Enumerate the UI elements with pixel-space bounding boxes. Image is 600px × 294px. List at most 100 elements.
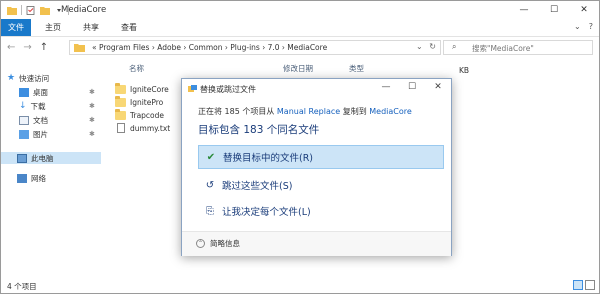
copy-icon: [188, 85, 197, 92]
minimize-button[interactable]: —: [509, 1, 539, 19]
address-controls: ⌄ ↻: [416, 42, 436, 51]
skip-icon: ↺: [205, 179, 215, 191]
file-name: IgniteCore: [130, 84, 169, 94]
search-input[interactable]: 搜索"MediaCore": [472, 43, 534, 54]
up-arrow-icon[interactable]: ↑: [40, 42, 48, 53]
maximize-button[interactable]: ☐: [399, 79, 425, 95]
column-header-date[interactable]: 修改日期: [283, 63, 313, 74]
file-name: IgnitePro: [130, 97, 164, 107]
text-file-icon: [117, 123, 125, 133]
ribbon-help-area: ⌄ ?: [574, 22, 593, 31]
sidebar-item-label: 快速访问: [19, 73, 50, 83]
star-icon: ★: [7, 73, 16, 83]
window-controls: — ☐ ✕: [509, 1, 599, 19]
column-header-name[interactable]: 名称: [129, 63, 144, 74]
close-button[interactable]: ✕: [569, 1, 599, 19]
sidebar-item-label: 文档: [33, 115, 48, 125]
destination-folder-link[interactable]: MediaCore: [369, 107, 412, 116]
copy-status-line: 正在将 185 个项目从 Manual Replace 复制到 MediaCor…: [198, 106, 412, 117]
properties-icon[interactable]: [26, 5, 36, 15]
chevron-down-icon[interactable]: ⌄: [416, 42, 423, 51]
pin-icon[interactable]: ✱: [89, 116, 95, 124]
expand-ribbon-icon[interactable]: ⌄: [574, 22, 581, 31]
pin-icon[interactable]: ✱: [89, 102, 95, 110]
sidebar-item-pictures[interactable]: 图片 ✱: [19, 128, 95, 140]
pictures-icon: [19, 129, 29, 139]
compare-icon: ⎘: [206, 205, 214, 217]
minimize-button[interactable]: —: [373, 79, 399, 95]
view-toggle: [573, 280, 595, 290]
column-header-type[interactable]: 类型: [349, 63, 364, 74]
list-item[interactable]: dummy.txt: [115, 122, 170, 134]
replace-or-skip-dialog: 替换或跳过文件 — ☐ ✕ 正在将 185 个项目从 Manual Replac…: [181, 78, 452, 256]
sidebar-item-downloads[interactable]: ↓ 下载 ✱: [19, 100, 95, 112]
sidebar-item-label: 下载: [30, 101, 46, 111]
replace-files-option[interactable]: ✔ 替换目标中的文件(R): [198, 145, 444, 169]
list-item[interactable]: IgniteCore: [115, 82, 169, 95]
address-bar[interactable]: « Program Files › Adobe › Common › Plug-…: [69, 40, 441, 55]
folder-icon: [115, 82, 126, 94]
close-button[interactable]: ✕: [425, 79, 451, 95]
maximize-button[interactable]: ☐: [539, 1, 569, 19]
address-path[interactable]: « Program Files › Adobe › Common › Plug-…: [92, 43, 327, 52]
option-label: 替换目标中的文件(R): [223, 153, 314, 164]
download-icon: ↓: [19, 101, 27, 111]
search-icon: ⌕: [452, 42, 457, 51]
sidebar-item-desktop[interactable]: 桌面 ✱: [19, 86, 95, 98]
explorer-window: MediaCore — ☐ ✕ 文件 主页 共享 查看 ⌄ ? ← → ↑ « …: [0, 0, 600, 294]
option-label: 跳过这些文件(S): [222, 181, 293, 192]
help-icon[interactable]: ?: [589, 22, 593, 31]
conflict-heading: 目标包含 183 个同名文件: [198, 124, 320, 136]
refresh-icon[interactable]: ↻: [429, 42, 436, 51]
fewer-details-label: 简略信息: [210, 239, 240, 248]
sidebar-item-label: 桌面: [33, 87, 48, 97]
pin-icon[interactable]: ✱: [89, 130, 95, 138]
tab-view[interactable]: 查看: [113, 19, 145, 36]
forward-arrow-icon[interactable]: →: [23, 42, 31, 53]
fewer-details-toggle[interactable]: ⌃ 简略信息: [196, 238, 240, 249]
dialog-controls: — ☐ ✕: [373, 79, 451, 95]
decide-each-file-option[interactable]: ⎘ 让我决定每个文件(L): [198, 199, 444, 223]
title-bar: MediaCore — ☐ ✕: [1, 1, 599, 19]
copy-status-prefix: 正在将 185 个项目从: [198, 107, 275, 116]
desktop-icon: [19, 87, 29, 97]
status-bar: 4 个项目: [1, 279, 599, 293]
folder-icon: [74, 44, 85, 52]
address-bar-row: ← → ↑ « Program Files › Adobe › Common ›…: [1, 37, 599, 59]
dialog-footer: ⌃ 简略信息: [182, 231, 451, 256]
sidebar-item-documents[interactable]: 文档 ✱: [19, 114, 95, 126]
sidebar-item-quick-access[interactable]: ★ 快速访问: [7, 72, 49, 84]
navigation-buttons: ← → ↑: [7, 42, 48, 53]
sidebar-item-this-pc[interactable]: 此电脑: [1, 152, 101, 164]
chevron-up-icon: ⌃: [196, 239, 205, 248]
navigation-pane: ★ 快速访问 桌面 ✱ ↓ 下载 ✱ 文档 ✱ 图片 ✱ 此电脑 网络: [1, 61, 109, 277]
sidebar-item-network[interactable]: 网络: [17, 172, 46, 184]
sidebar-item-label: 此电脑: [31, 153, 54, 163]
list-item[interactable]: Trapcode: [115, 108, 165, 121]
file-name: Trapcode: [130, 110, 165, 120]
tab-share[interactable]: 共享: [75, 19, 107, 36]
file-size: KB: [459, 66, 470, 75]
folder-icon: [7, 6, 17, 15]
new-folder-icon[interactable]: [40, 6, 50, 15]
tab-home[interactable]: 主页: [37, 19, 69, 36]
sidebar-item-label: 网络: [31, 173, 46, 183]
back-arrow-icon[interactable]: ←: [7, 42, 15, 53]
computer-icon: [17, 153, 27, 163]
file-name: dummy.txt: [130, 123, 171, 133]
dialog-title: 替换或跳过文件: [200, 85, 256, 94]
details-view-icon[interactable]: [573, 280, 583, 290]
divider: [21, 5, 22, 15]
skip-files-option[interactable]: ↺ 跳过这些文件(S): [198, 173, 444, 197]
folder-icon: [115, 95, 126, 107]
search-box[interactable]: ⌕ 搜索"MediaCore": [443, 40, 593, 55]
document-icon: [19, 115, 29, 125]
option-label: 让我决定每个文件(L): [222, 207, 311, 218]
item-count: 4 个项目: [7, 282, 37, 291]
tab-file[interactable]: 文件: [1, 19, 31, 36]
pin-icon[interactable]: ✱: [89, 88, 95, 96]
source-folder-link[interactable]: Manual Replace: [277, 107, 340, 116]
folder-icon: [115, 108, 126, 120]
list-item[interactable]: IgnitePro: [115, 95, 164, 108]
large-icons-view-icon[interactable]: [585, 280, 595, 290]
